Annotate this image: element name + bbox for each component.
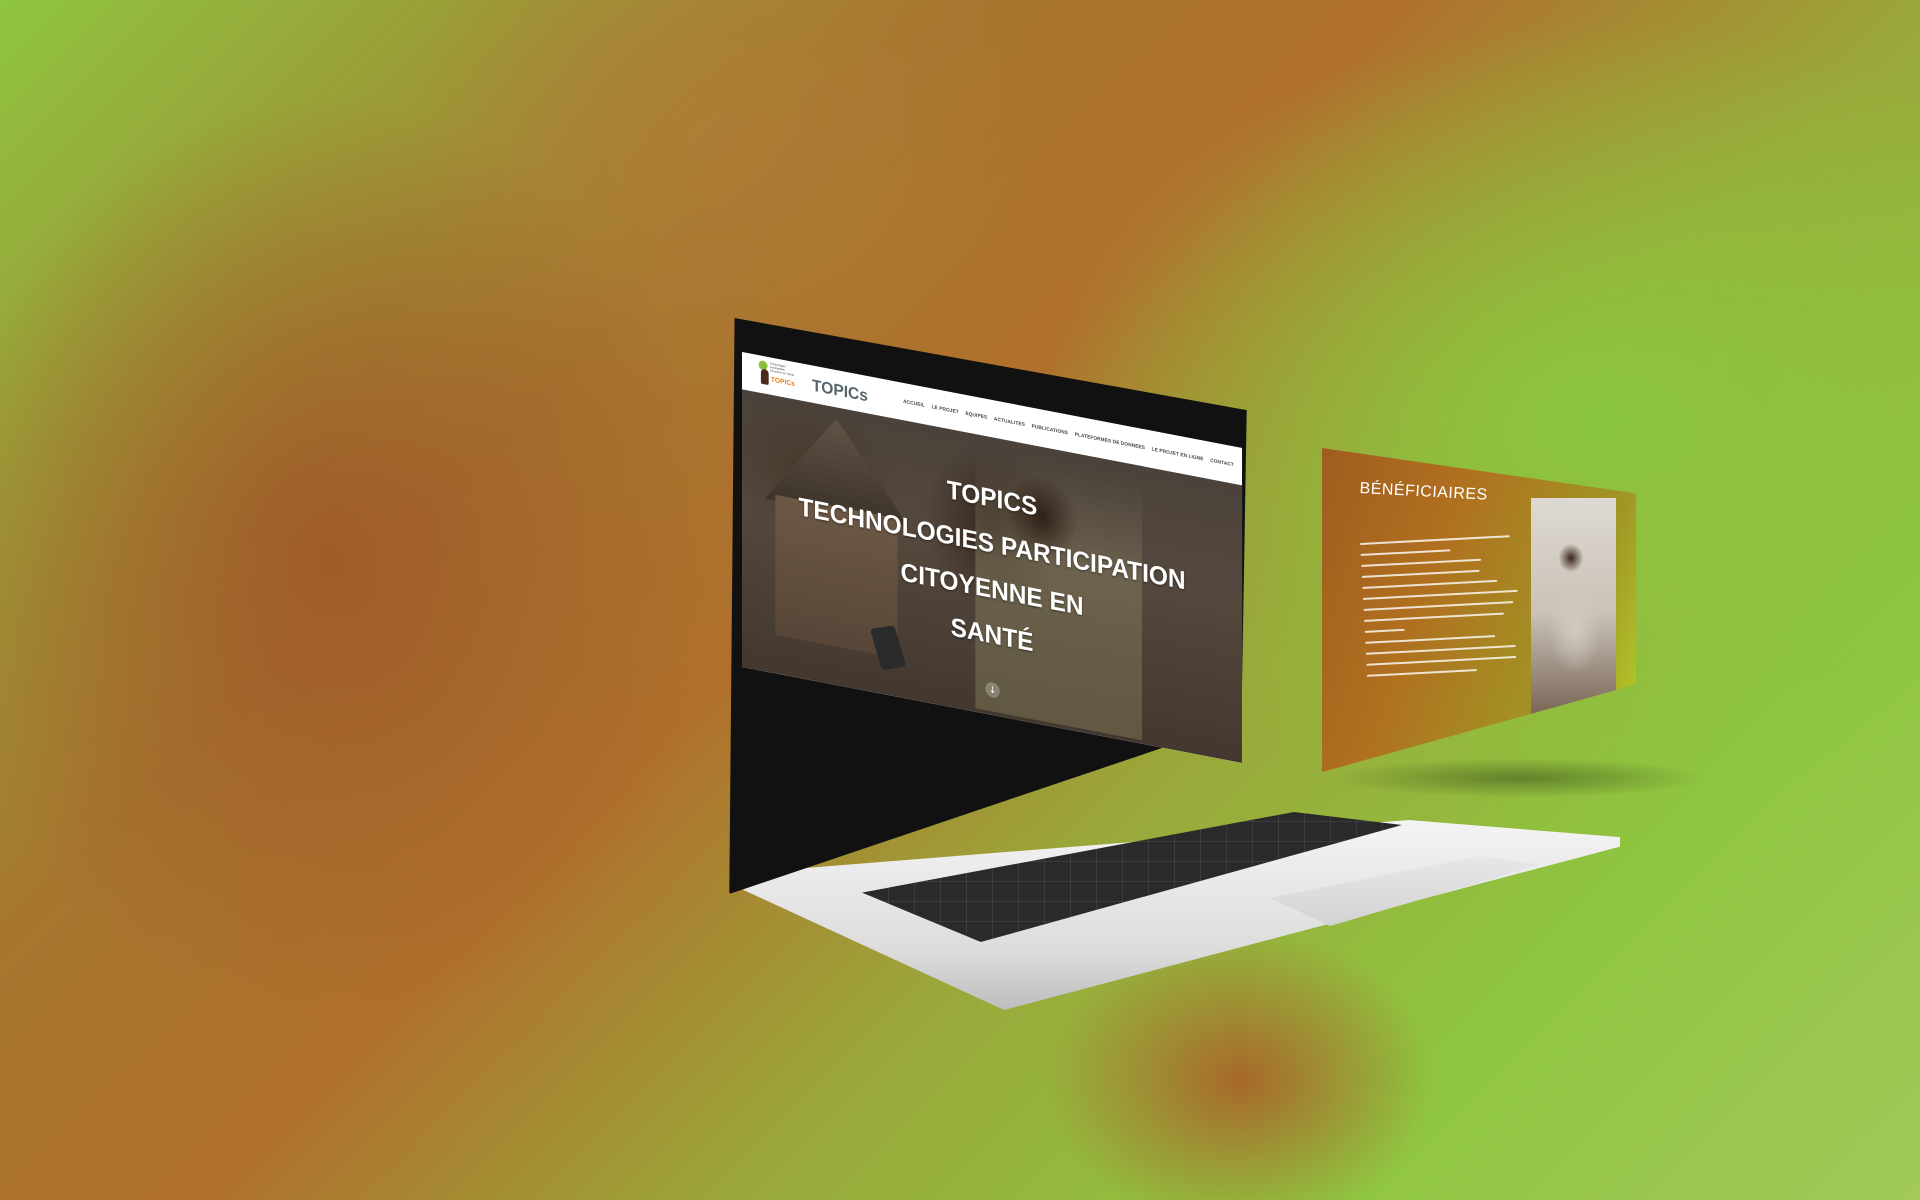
logo-figure-icon: [760, 368, 769, 386]
nav-item-actualites[interactable]: ACTUALITES: [994, 416, 1025, 428]
nav-item-plateformes[interactable]: PLATEFORMES DE DONNEES: [1075, 431, 1145, 450]
list-item: [1365, 644, 1516, 655]
panel-title: BÉNÉFICIAIRES: [1359, 480, 1489, 504]
list-item: [1362, 589, 1518, 600]
list-item: [1362, 579, 1498, 589]
nav-item-publications[interactable]: PUBLICATIONS: [1032, 423, 1068, 436]
brand-name[interactable]: TOPICs: [812, 376, 868, 405]
list-item: [1365, 635, 1496, 644]
site-logo[interactable]: Technologies Participation Citoyenne en …: [758, 359, 798, 395]
list-item: [1360, 549, 1451, 556]
nav-item-accueil[interactable]: ACCUEIL: [903, 398, 925, 408]
list-item: [1366, 655, 1517, 666]
beneficiaires-list: [1360, 535, 1527, 686]
list-item: [1363, 601, 1514, 611]
list-item: [1364, 612, 1504, 622]
list-item: [1361, 569, 1480, 578]
nav-item-equipes[interactable]: EQUIPES: [965, 410, 987, 420]
list-item: [1360, 535, 1510, 545]
list-item: [1361, 558, 1482, 567]
person-with-phone-photo: [1531, 498, 1616, 728]
list-item: [1366, 669, 1477, 677]
panel-shadow: [1330, 758, 1710, 798]
list-item: [1364, 628, 1405, 633]
logo-mark: TOPICs: [770, 375, 795, 388]
nav-item-contact[interactable]: CONTACT: [1210, 457, 1234, 467]
nav-item-projet-en-ligne[interactable]: LE PROJET EN LIGNE: [1152, 446, 1204, 462]
nav-item-le-projet[interactable]: LE PROJET: [932, 404, 959, 415]
